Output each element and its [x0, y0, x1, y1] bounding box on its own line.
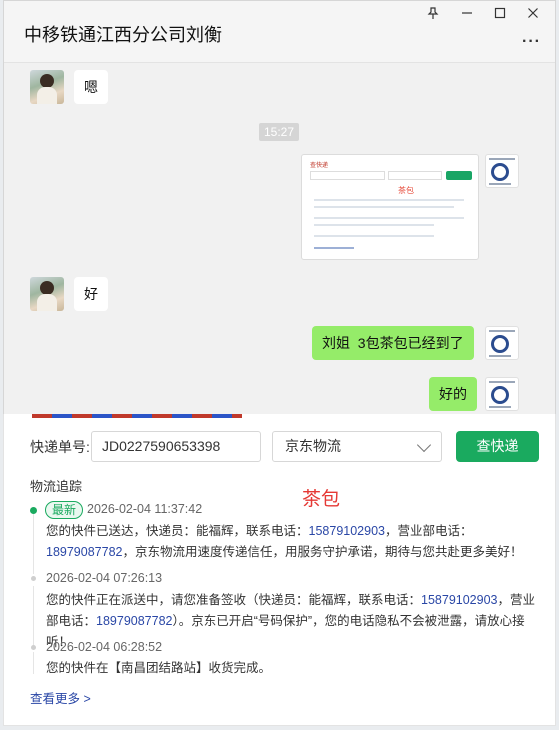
avatar-self[interactable] [485, 377, 519, 411]
thumb-input [310, 171, 385, 180]
tracking-panel: 快递单号: JD0227590653398 京东物流 查快递 物流追踪 茶包 最… [3, 414, 556, 726]
thumb-title: 查快递 [310, 163, 329, 169]
phone-link[interactable]: 15879102903 [309, 524, 385, 538]
phone-link[interactable]: 18979087782 [46, 545, 122, 559]
close-icon[interactable] [523, 7, 543, 22]
title-bar: 中移铁通江西分公司刘衡 ··· [4, 1, 555, 63]
event-time: 2026-02-04 06:28:52 [46, 640, 163, 654]
thumb-red-label: 茶包 [398, 186, 414, 195]
section-title: 物流追踪 [30, 479, 83, 494]
message-bubble[interactable]: 好的 [429, 377, 477, 411]
avatar[interactable] [30, 70, 64, 104]
pin-icon[interactable] [423, 7, 443, 23]
image-message[interactable]: 查快递 茶包 [301, 154, 479, 260]
tracking-number-label: 快递单号: [30, 439, 90, 455]
thumb-button [446, 171, 472, 180]
tracking-number-input[interactable]: JD0227590653398 [91, 431, 261, 462]
phone-link[interactable]: 18979087782 [96, 614, 172, 628]
minimize-icon[interactable] [457, 7, 477, 22]
timeline-dot [30, 507, 37, 514]
message-bubble[interactable]: 刘姐 3包茶包已经到了 [312, 326, 474, 360]
timeline-line [33, 586, 34, 646]
red-annotation: 茶包 [302, 489, 341, 510]
timestamp: 15:27 [259, 123, 300, 141]
status-badge: 最新 [45, 501, 84, 519]
see-more-link[interactable]: 查看更多 > [30, 688, 91, 707]
avatar-self[interactable] [485, 326, 519, 360]
message-bubble[interactable]: 好 [74, 277, 108, 311]
avatar-self[interactable] [485, 154, 519, 188]
timeline-dot [31, 576, 36, 581]
chat-window: 中移铁通江西分公司刘衡 ··· 嗯 15:27 查快递 茶包 好 刘姐 3包茶包… [3, 0, 556, 418]
event-time: 2026-02-04 11:37:42 [87, 502, 203, 516]
thumb-select [388, 171, 442, 180]
event-description: 您的快件在【南昌团结路站】收货完成。 [46, 661, 272, 675]
query-button[interactable]: 查快递 [456, 431, 539, 462]
carrier-value: 京东物流 [285, 438, 341, 454]
chat-title: 中移铁通江西分公司刘衡 [24, 25, 222, 45]
carrier-select[interactable]: 京东物流 [272, 431, 442, 462]
event-time: 2026-02-04 07:26:13 [46, 571, 163, 585]
avatar[interactable] [30, 277, 64, 311]
phone-link[interactable]: 15879102903 [421, 593, 497, 607]
timeline-dot [31, 645, 36, 650]
timeline-line [33, 652, 34, 674]
message-bubble[interactable]: 嗯 [74, 70, 108, 104]
timeline-line [33, 514, 34, 574]
maximize-icon[interactable] [490, 7, 510, 22]
cutoff-strip [32, 414, 242, 418]
event-description: 您的快件已送达，快递员：能福辉，联系电话：15879102903，营业部电话：1… [46, 524, 523, 559]
chevron-down-icon [416, 437, 432, 453]
more-icon[interactable]: ··· [522, 33, 541, 51]
